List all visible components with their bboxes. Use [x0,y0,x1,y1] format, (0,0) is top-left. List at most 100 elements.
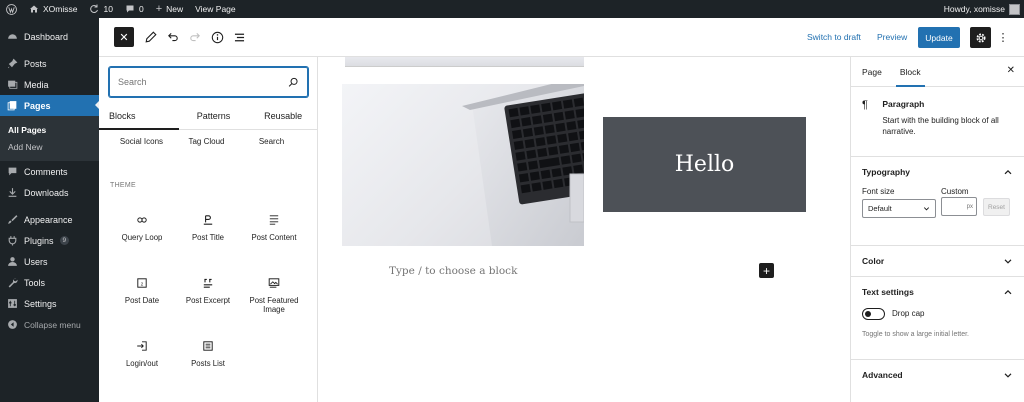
collapse-menu-button[interactable]: Collapse menu [0,314,99,335]
view-page-link[interactable]: View Page [189,0,241,18]
text-settings-toggle[interactable]: Text settings [851,277,1024,307]
font-size-value: Default [868,204,892,213]
redo-icon [190,33,200,42]
search-input[interactable] [118,77,288,87]
block-label: Post Content [251,233,297,242]
site-name-link[interactable]: XOmisse [23,0,83,18]
block-social-icons[interactable]: Social Icons [109,137,174,146]
submenu-all-pages[interactable]: All Pages [0,121,99,138]
block-search[interactable]: Search [239,137,304,146]
block-post-title[interactable]: Post Title [175,207,241,262]
block-label: Posts List [191,359,225,368]
menu-label: Posts [24,58,47,69]
post-content-icon [267,213,281,227]
menu-item-users[interactable]: Users [0,251,99,272]
home-icon [30,5,38,13]
tab-blocks[interactable]: Blocks [99,106,179,130]
account-menu[interactable]: Howdy, xomisse [944,0,1020,18]
redo-button[interactable] [186,28,204,46]
undo-button[interactable] [164,28,182,46]
more-options-button[interactable]: ⋮ [996,28,1010,46]
featured-image-icon [267,276,281,290]
site-name: XOmisse [43,4,78,14]
tab-patterns[interactable]: Patterns [179,106,249,129]
update-button[interactable]: Update [918,27,960,48]
close-icon: ✕ [119,31,129,44]
advanced-panel-toggle[interactable]: Advanced [851,360,1024,390]
plus-icon: + [762,263,770,278]
menu-item-posts[interactable]: Posts [0,53,99,74]
new-content-link[interactable]: + New [150,0,189,18]
block-label: Login/out [125,359,159,368]
menu-item-settings[interactable]: Settings [0,293,99,314]
drop-cap-toggle[interactable] [862,308,885,320]
add-block-button[interactable]: + [759,263,774,278]
pages-icon [7,100,18,111]
typography-panel: Typography Font size Custom Default px R… [851,157,1024,246]
font-size-select[interactable]: Default [862,199,936,218]
switch-to-draft-button[interactable]: Switch to draft [807,32,861,42]
empty-paragraph-placeholder[interactable]: Type / to choose a block [389,265,517,277]
block-post-content[interactable]: Post Content [241,207,307,262]
tab-block[interactable]: Block [895,57,925,87]
menu-item-downloads[interactable]: Downloads [0,182,99,203]
hello-text[interactable]: Hello [675,152,735,177]
submenu-add-new[interactable]: Add New [0,138,99,155]
menu-item-pages[interactable]: Pages [0,95,100,116]
updates-link[interactable]: 10 [83,0,118,18]
custom-size-input[interactable]: px [941,197,977,216]
block-post-featured-image[interactable]: Post Featured Image [241,270,307,325]
settings-button[interactable] [970,27,991,48]
settings-sidebar: Page Block ✕ ¶ Paragraph Start with the … [850,57,1024,402]
block-card-description: Start with the building block of all nar… [882,116,999,136]
hello-cover-block[interactable]: Hello [603,117,806,212]
menu-label: Downloads [24,187,69,198]
tools-button[interactable] [142,28,160,46]
block-tag-cloud[interactable]: Tag Cloud [174,137,239,146]
brush-icon [7,214,18,225]
image-block-top[interactable] [345,57,584,67]
block-post-date[interactable]: 2 Post Date [109,270,175,325]
block-post-excerpt[interactable]: Post Excerpt [175,270,241,325]
tab-page[interactable]: Page [862,57,882,87]
close-inserter-button[interactable]: ✕ [114,27,134,47]
block-label: Post Title [191,233,225,242]
menu-item-dashboard[interactable]: Dashboard [0,26,99,47]
pin-icon [7,58,18,69]
panel-title: Typography [862,167,911,177]
preview-button[interactable]: Preview [877,32,907,42]
block-posts-list[interactable]: Posts List [175,333,241,388]
advanced-panel: Advanced [851,360,1024,390]
wordpress-logo-button[interactable] [0,0,23,18]
comments-link[interactable]: 0 [119,0,150,18]
close-icon: ✕ [1006,65,1015,76]
menu-item-appearance[interactable]: Appearance [0,209,99,230]
undo-icon [168,33,178,42]
menu-item-media[interactable]: Media [0,74,99,95]
block-label: Post Date [124,296,160,305]
block-label: Query Loop [121,233,163,242]
menu-item-plugins[interactable]: Plugins 9 [0,230,99,251]
color-panel-toggle[interactable]: Color [851,246,1024,276]
menu-item-tools[interactable]: Tools [0,272,99,293]
panel-title: Color [862,256,885,266]
admin-bar: XOmisse 10 0 + New View Page Howdy, xomi… [0,0,1024,18]
typography-panel-body: Font size Custom Default px Reset [851,187,1024,245]
typography-panel-toggle[interactable]: Typography [851,157,1024,187]
editor-canvas: Hello Type / to choose a block + [318,57,850,402]
reset-font-size-button[interactable]: Reset [983,198,1010,216]
block-login-out[interactable]: Login/out [109,333,175,388]
block-label: Post Featured Image [249,296,299,314]
editor-header: ✕ Switch to draft Preview Update ⋮ [99,18,1024,57]
menu-item-comments[interactable]: Comments [0,161,99,182]
tab-reusable[interactable]: Reusable [248,106,318,129]
theme-block-grid: Query Loop Post Title Post Content 2 Pos… [109,207,308,388]
details-button[interactable] [208,28,226,46]
pages-submenu: All Pages Add New [0,116,99,161]
laptop-image-block[interactable] [342,84,584,246]
list-view-button[interactable] [230,28,248,46]
block-query-loop[interactable]: Query Loop [109,207,175,262]
drop-cap-label: Drop cap [892,309,925,318]
inserter-search-field[interactable] [109,67,308,97]
close-sidebar-button[interactable]: ✕ [1007,65,1015,76]
